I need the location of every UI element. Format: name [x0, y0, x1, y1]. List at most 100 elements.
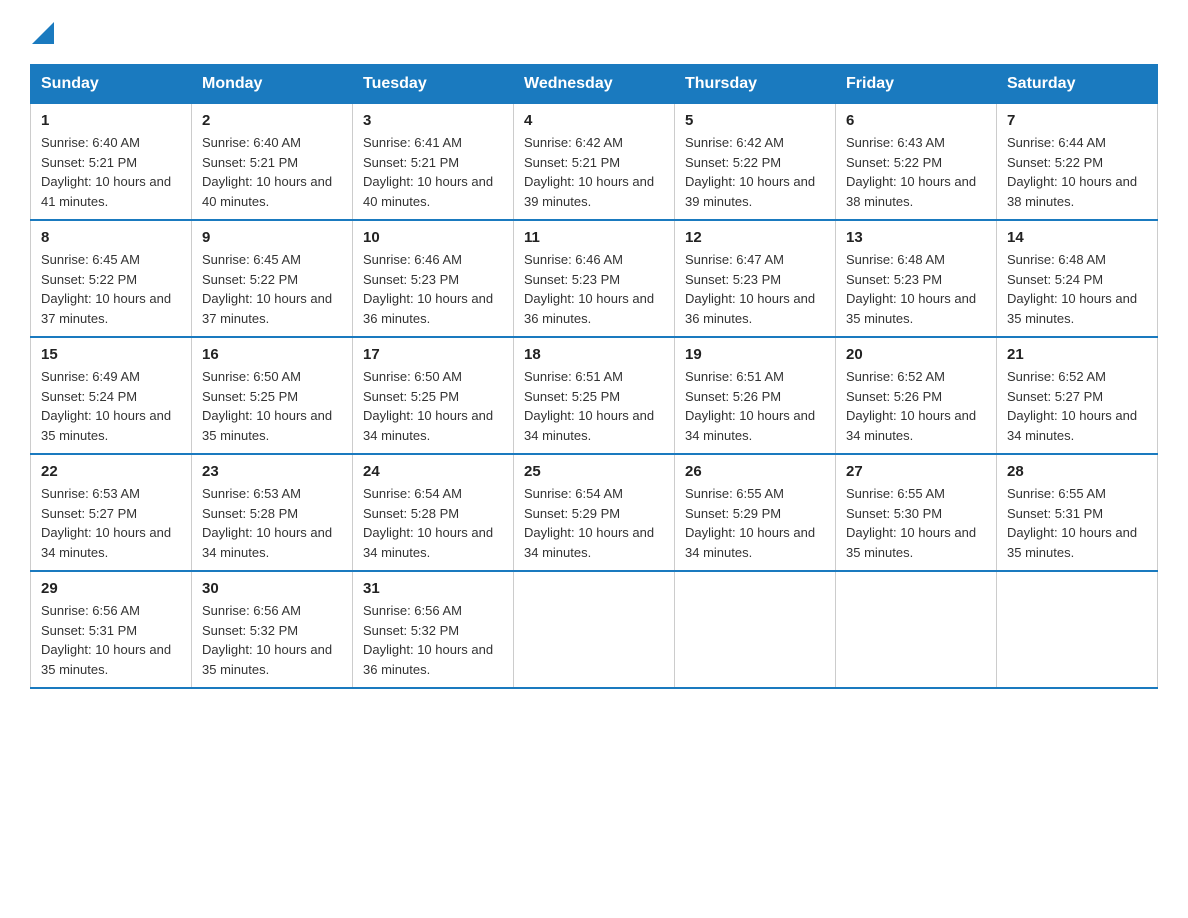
- calendar-cell: 12 Sunrise: 6:47 AMSunset: 5:23 PMDayligh…: [675, 220, 836, 337]
- calendar-cell: 5 Sunrise: 6:42 AMSunset: 5:22 PMDaylight…: [675, 104, 836, 221]
- calendar-header: SundayMondayTuesdayWednesdayThursdayFrid…: [31, 65, 1158, 104]
- calendar-cell: 27 Sunrise: 6:55 AMSunset: 5:30 PMDayligh…: [836, 454, 997, 571]
- calendar-cell: 8Sunrise: 6:45 AMSunset: 5:22 PMDaylight…: [31, 220, 192, 337]
- calendar-cell: 24 Sunrise: 6:54 AMSunset: 5:28 PMDayligh…: [353, 454, 514, 571]
- day-detail: Sunrise: 6:55 AMSunset: 5:30 PMDaylight:…: [846, 486, 976, 560]
- calendar-cell: 7 Sunrise: 6:44 AMSunset: 5:22 PMDaylight…: [997, 104, 1158, 221]
- calendar-cell: 13 Sunrise: 6:48 AMSunset: 5:23 PMDayligh…: [836, 220, 997, 337]
- day-number: 9: [202, 229, 342, 246]
- day-number: 16: [202, 346, 342, 363]
- day-detail: Sunrise: 6:53 AMSunset: 5:27 PMDaylight:…: [41, 486, 171, 560]
- day-number: 28: [1007, 463, 1147, 480]
- weekday-header-sunday: Sunday: [31, 65, 192, 104]
- calendar-cell: 14Sunrise: 6:48 AMSunset: 5:24 PMDayligh…: [997, 220, 1158, 337]
- day-number: 29: [41, 580, 181, 597]
- calendar-cell: 1 Sunrise: 6:40 AMSunset: 5:21 PMDaylight…: [31, 104, 192, 221]
- calendar-cell: 26 Sunrise: 6:55 AMSunset: 5:29 PMDayligh…: [675, 454, 836, 571]
- day-number: 31: [363, 580, 503, 597]
- day-number: 21: [1007, 346, 1147, 363]
- calendar-cell: [836, 571, 997, 688]
- day-detail: Sunrise: 6:42 AMSunset: 5:22 PMDaylight:…: [685, 135, 815, 209]
- calendar-cell: 22 Sunrise: 6:53 AMSunset: 5:27 PMDayligh…: [31, 454, 192, 571]
- day-detail: Sunrise: 6:40 AMSunset: 5:21 PMDaylight:…: [41, 135, 171, 209]
- calendar-cell: 16 Sunrise: 6:50 AMSunset: 5:25 PMDayligh…: [192, 337, 353, 454]
- calendar-cell: 2 Sunrise: 6:40 AMSunset: 5:21 PMDaylight…: [192, 104, 353, 221]
- calendar-cell: 23 Sunrise: 6:53 AMSunset: 5:28 PMDayligh…: [192, 454, 353, 571]
- calendar-cell: 4 Sunrise: 6:42 AMSunset: 5:21 PMDaylight…: [514, 104, 675, 221]
- day-detail: Sunrise: 6:56 AMSunset: 5:31 PMDaylight:…: [41, 603, 171, 677]
- calendar-cell: [675, 571, 836, 688]
- day-detail: Sunrise: 6:45 AMSunset: 5:22 PMDaylight:…: [41, 252, 171, 326]
- day-detail: Sunrise: 6:56 AMSunset: 5:32 PMDaylight:…: [363, 603, 493, 677]
- calendar-cell: 31 Sunrise: 6:56 AMSunset: 5:32 PMDayligh…: [353, 571, 514, 688]
- calendar-cell: 15 Sunrise: 6:49 AMSunset: 5:24 PMDayligh…: [31, 337, 192, 454]
- day-detail: Sunrise: 6:43 AMSunset: 5:22 PMDaylight:…: [846, 135, 976, 209]
- calendar-week-5: 29 Sunrise: 6:56 AMSunset: 5:31 PMDayligh…: [31, 571, 1158, 688]
- calendar-week-1: 1 Sunrise: 6:40 AMSunset: 5:21 PMDaylight…: [31, 104, 1158, 221]
- day-detail: Sunrise: 6:49 AMSunset: 5:24 PMDaylight:…: [41, 369, 171, 443]
- calendar-week-2: 8Sunrise: 6:45 AMSunset: 5:22 PMDaylight…: [31, 220, 1158, 337]
- day-number: 27: [846, 463, 986, 480]
- day-number: 10: [363, 229, 503, 246]
- calendar-cell: [514, 571, 675, 688]
- logo-triangle-icon: [32, 22, 54, 44]
- weekday-header-tuesday: Tuesday: [353, 65, 514, 104]
- calendar-cell: 18 Sunrise: 6:51 AMSunset: 5:25 PMDayligh…: [514, 337, 675, 454]
- day-detail: Sunrise: 6:55 AMSunset: 5:29 PMDaylight:…: [685, 486, 815, 560]
- calendar-cell: 11Sunrise: 6:46 AMSunset: 5:23 PMDayligh…: [514, 220, 675, 337]
- day-number: 11: [524, 229, 664, 246]
- day-number: 6: [846, 112, 986, 129]
- day-detail: Sunrise: 6:50 AMSunset: 5:25 PMDaylight:…: [363, 369, 493, 443]
- day-detail: Sunrise: 6:42 AMSunset: 5:21 PMDaylight:…: [524, 135, 654, 209]
- day-number: 17: [363, 346, 503, 363]
- calendar-cell: 9 Sunrise: 6:45 AMSunset: 5:22 PMDaylight…: [192, 220, 353, 337]
- day-number: 2: [202, 112, 342, 129]
- day-detail: Sunrise: 6:45 AMSunset: 5:22 PMDaylight:…: [202, 252, 332, 326]
- day-detail: Sunrise: 6:50 AMSunset: 5:25 PMDaylight:…: [202, 369, 332, 443]
- calendar-cell: 20Sunrise: 6:52 AMSunset: 5:26 PMDayligh…: [836, 337, 997, 454]
- day-detail: Sunrise: 6:48 AMSunset: 5:23 PMDaylight:…: [846, 252, 976, 326]
- day-number: 7: [1007, 112, 1147, 129]
- day-number: 18: [524, 346, 664, 363]
- day-detail: Sunrise: 6:54 AMSunset: 5:28 PMDaylight:…: [363, 486, 493, 560]
- day-number: 24: [363, 463, 503, 480]
- calendar-cell: 25 Sunrise: 6:54 AMSunset: 5:29 PMDayligh…: [514, 454, 675, 571]
- calendar-cell: 29 Sunrise: 6:56 AMSunset: 5:31 PMDayligh…: [31, 571, 192, 688]
- calendar-cell: 3Sunrise: 6:41 AMSunset: 5:21 PMDaylight…: [353, 104, 514, 221]
- logo: [30, 20, 54, 44]
- day-number: 5: [685, 112, 825, 129]
- day-number: 13: [846, 229, 986, 246]
- calendar-cell: 28Sunrise: 6:55 AMSunset: 5:31 PMDayligh…: [997, 454, 1158, 571]
- day-number: 25: [524, 463, 664, 480]
- day-number: 26: [685, 463, 825, 480]
- day-number: 19: [685, 346, 825, 363]
- calendar-cell: 17 Sunrise: 6:50 AMSunset: 5:25 PMDayligh…: [353, 337, 514, 454]
- weekday-header-monday: Monday: [192, 65, 353, 104]
- day-detail: Sunrise: 6:54 AMSunset: 5:29 PMDaylight:…: [524, 486, 654, 560]
- day-number: 4: [524, 112, 664, 129]
- day-number: 23: [202, 463, 342, 480]
- day-number: 22: [41, 463, 181, 480]
- day-number: 14: [1007, 229, 1147, 246]
- day-detail: Sunrise: 6:51 AMSunset: 5:26 PMDaylight:…: [685, 369, 815, 443]
- day-detail: Sunrise: 6:51 AMSunset: 5:25 PMDaylight:…: [524, 369, 654, 443]
- day-detail: Sunrise: 6:46 AMSunset: 5:23 PMDaylight:…: [363, 252, 493, 326]
- day-number: 1: [41, 112, 181, 129]
- day-number: 12: [685, 229, 825, 246]
- calendar-table: SundayMondayTuesdayWednesdayThursdayFrid…: [30, 64, 1158, 689]
- calendar-cell: 6 Sunrise: 6:43 AMSunset: 5:22 PMDaylight…: [836, 104, 997, 221]
- day-detail: Sunrise: 6:40 AMSunset: 5:21 PMDaylight:…: [202, 135, 332, 209]
- calendar-cell: 21Sunrise: 6:52 AMSunset: 5:27 PMDayligh…: [997, 337, 1158, 454]
- day-number: 3: [363, 112, 503, 129]
- day-number: 30: [202, 580, 342, 597]
- day-number: 15: [41, 346, 181, 363]
- calendar-cell: 10 Sunrise: 6:46 AMSunset: 5:23 PMDayligh…: [353, 220, 514, 337]
- calendar-week-4: 22 Sunrise: 6:53 AMSunset: 5:27 PMDayligh…: [31, 454, 1158, 571]
- day-detail: Sunrise: 6:52 AMSunset: 5:26 PMDaylight:…: [846, 369, 976, 443]
- day-detail: Sunrise: 6:56 AMSunset: 5:32 PMDaylight:…: [202, 603, 332, 677]
- day-detail: Sunrise: 6:53 AMSunset: 5:28 PMDaylight:…: [202, 486, 332, 560]
- day-detail: Sunrise: 6:47 AMSunset: 5:23 PMDaylight:…: [685, 252, 815, 326]
- day-detail: Sunrise: 6:44 AMSunset: 5:22 PMDaylight:…: [1007, 135, 1137, 209]
- calendar-cell: 19 Sunrise: 6:51 AMSunset: 5:26 PMDayligh…: [675, 337, 836, 454]
- calendar-cell: 30 Sunrise: 6:56 AMSunset: 5:32 PMDayligh…: [192, 571, 353, 688]
